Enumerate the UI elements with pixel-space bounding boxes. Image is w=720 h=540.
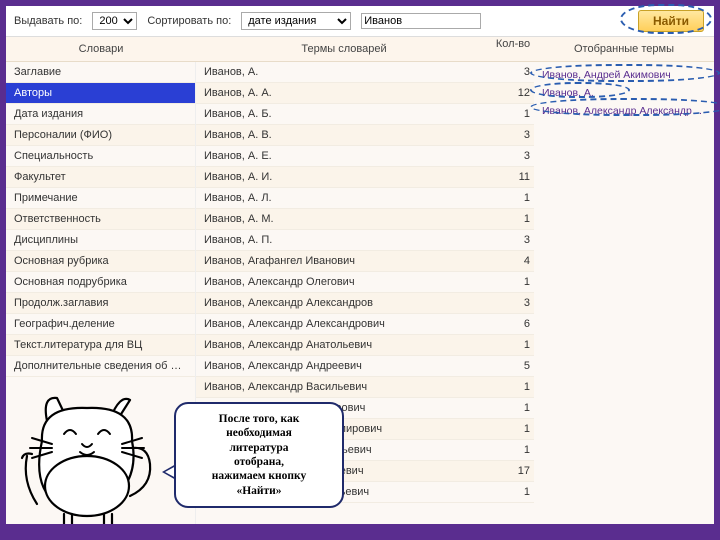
term-count: 1 bbox=[492, 398, 534, 418]
term-name: Иванов, Александр Васильевич bbox=[196, 377, 492, 397]
column-headers: Словари Термы словарей Кол-во Отобранные… bbox=[6, 37, 714, 62]
term-row[interactable]: Иванов, А. Б.1 bbox=[196, 104, 534, 125]
term-count: 3 bbox=[492, 62, 534, 82]
term-row[interactable]: Иванов, Александр Анатольевич1 bbox=[196, 335, 534, 356]
term-count: 11 bbox=[492, 167, 534, 187]
term-name: Иванов, А. И. bbox=[196, 167, 492, 187]
term-name: Иванов, Александр Анатольевич bbox=[196, 335, 492, 355]
term-row[interactable]: Иванов, А. И.11 bbox=[196, 167, 534, 188]
header-dictionaries: Словари bbox=[6, 37, 196, 61]
term-row[interactable]: Иванов, А. П.3 bbox=[196, 230, 534, 251]
perpage-select[interactable]: 200 bbox=[92, 12, 137, 30]
selected-term[interactable]: Иванов, Андрей Акимович bbox=[538, 66, 710, 84]
term-name: Иванов, Александр Александров bbox=[196, 293, 492, 313]
term-count: 3 bbox=[492, 146, 534, 166]
dictionary-row[interactable]: Текст.литература для ВЦ bbox=[6, 335, 195, 356]
term-count: 4 bbox=[492, 251, 534, 271]
cat-illustration bbox=[12, 386, 172, 526]
sort-label: Сортировать по: bbox=[147, 15, 231, 27]
dictionary-row[interactable]: Ответственность bbox=[6, 209, 195, 230]
term-count: 1 bbox=[492, 104, 534, 124]
term-name: Иванов, Александр Александрович bbox=[196, 314, 492, 334]
dictionary-row[interactable]: Географич.деление bbox=[6, 314, 195, 335]
term-count: 1 bbox=[492, 482, 534, 502]
term-count: 1 bbox=[492, 209, 534, 229]
selected-term[interactable]: Иванов, А. bbox=[538, 84, 710, 102]
dictionary-row[interactable]: Основная подрубрика bbox=[6, 272, 195, 293]
term-count: 17 bbox=[492, 461, 534, 481]
selected-term[interactable]: Иванов, Александр Александрович bbox=[538, 102, 710, 120]
term-row[interactable]: Иванов, Александр Александрович6 bbox=[196, 314, 534, 335]
term-name: Иванов, Александр Андреевич bbox=[196, 356, 492, 376]
term-count: 1 bbox=[492, 188, 534, 208]
term-name: Иванов, А. bbox=[196, 62, 492, 82]
header-selected: Отобранные термы bbox=[534, 37, 714, 61]
search-input[interactable] bbox=[361, 13, 481, 29]
term-name: Иванов, А. Л. bbox=[196, 188, 492, 208]
dictionary-row[interactable]: Примечание bbox=[6, 188, 195, 209]
dictionary-row[interactable]: Дополнительные сведения об издании bbox=[6, 356, 195, 377]
term-name: Иванов, Агафангел Иванович bbox=[196, 251, 492, 271]
sort-select[interactable]: дате издания bbox=[241, 12, 351, 30]
term-count: 5 bbox=[492, 356, 534, 376]
term-count: 3 bbox=[492, 230, 534, 250]
dictionary-row[interactable]: Персоналии (ФИО) bbox=[6, 125, 195, 146]
term-count: 12 bbox=[492, 83, 534, 103]
term-count: 1 bbox=[492, 335, 534, 355]
term-row[interactable]: Иванов, А. Е.3 bbox=[196, 146, 534, 167]
find-button[interactable]: Найти bbox=[638, 10, 704, 32]
term-name: Иванов, А. А. bbox=[196, 83, 492, 103]
dictionary-row[interactable]: Факультет bbox=[6, 167, 195, 188]
term-row[interactable]: Иванов, Александр Васильевич1 bbox=[196, 377, 534, 398]
term-row[interactable]: Иванов, Агафангел Иванович4 bbox=[196, 251, 534, 272]
term-count: 1 bbox=[492, 440, 534, 460]
header-terms: Термы словарей bbox=[196, 37, 492, 61]
term-name: Иванов, А. В. bbox=[196, 125, 492, 145]
term-row[interactable]: Иванов, Александр Александров3 bbox=[196, 293, 534, 314]
term-name: Иванов, А. Б. bbox=[196, 104, 492, 124]
term-count: 1 bbox=[492, 272, 534, 292]
term-count: 3 bbox=[492, 293, 534, 313]
term-count: 3 bbox=[492, 125, 534, 145]
dictionary-row[interactable]: Дисциплины bbox=[6, 230, 195, 251]
term-row[interactable]: Иванов, А. Л.1 bbox=[196, 188, 534, 209]
term-count: 6 bbox=[492, 314, 534, 334]
term-row[interactable]: Иванов, А.3 bbox=[196, 62, 534, 83]
selected-terms-panel: Иванов, Андрей Акимович Иванов, А. Ивано… bbox=[534, 62, 714, 530]
term-row[interactable]: Иванов, А. М.1 bbox=[196, 209, 534, 230]
dictionary-row[interactable]: Продолж.заглавия bbox=[6, 293, 195, 314]
header-count: Кол-во bbox=[492, 37, 534, 61]
term-row[interactable]: Иванов, А. В.3 bbox=[196, 125, 534, 146]
search-toolbar: Выдавать по: 200 Сортировать по: дате из… bbox=[6, 6, 714, 37]
term-name: Иванов, А. П. bbox=[196, 230, 492, 250]
dictionary-row[interactable]: Основная рубрика bbox=[6, 251, 195, 272]
dictionary-row[interactable]: Дата издания bbox=[6, 104, 195, 125]
term-row[interactable]: Иванов, Александр Олегович1 bbox=[196, 272, 534, 293]
term-count: 1 bbox=[492, 377, 534, 397]
dictionary-row[interactable]: Авторы bbox=[6, 83, 195, 104]
footer-bar bbox=[6, 524, 714, 534]
dictionary-row[interactable]: Заглавие bbox=[6, 62, 195, 83]
term-row[interactable]: Иванов, А. А.12 bbox=[196, 83, 534, 104]
dictionary-row[interactable]: Специальность bbox=[6, 146, 195, 167]
term-row[interactable]: Иванов, Александр Андреевич5 bbox=[196, 356, 534, 377]
term-name: Иванов, А. М. bbox=[196, 209, 492, 229]
term-name: Иванов, А. Е. bbox=[196, 146, 492, 166]
perpage-label: Выдавать по: bbox=[14, 15, 82, 27]
term-count: 1 bbox=[492, 419, 534, 439]
term-name: Иванов, Александр Олегович bbox=[196, 272, 492, 292]
speech-bubble: После того, как необходимая литература о… bbox=[174, 402, 344, 508]
